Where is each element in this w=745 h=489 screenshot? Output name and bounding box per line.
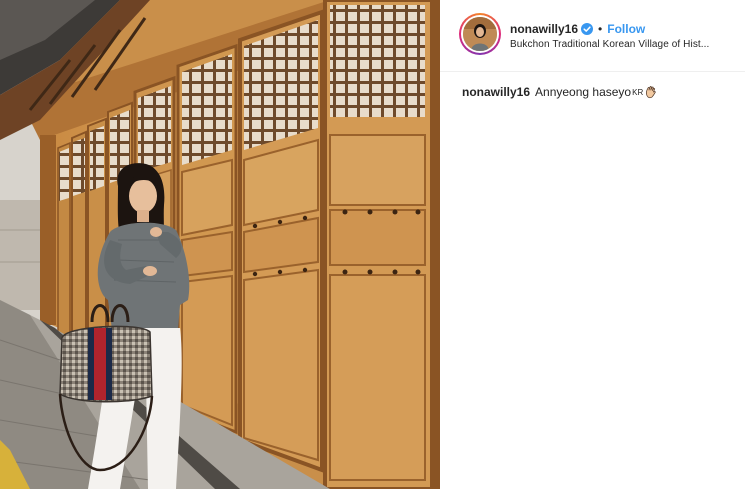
post-photo[interactable] (0, 0, 440, 489)
avatar-image (463, 17, 497, 51)
follow-button[interactable]: Follow (607, 22, 645, 36)
header-username-row: nonawilly16 • Follow (510, 21, 645, 37)
header-username[interactable]: nonawilly16 (510, 22, 578, 36)
waving-hand-icon (646, 85, 657, 99)
post-header: nonawilly16 • Follow Bukchon Traditional… (440, 0, 745, 72)
post-photo-image (0, 0, 440, 489)
caption-username[interactable]: nonawilly16 (462, 85, 530, 99)
header-separator: • (598, 22, 603, 36)
post-caption: nonawilly16 Annyeong haseyo KR (462, 85, 732, 99)
caption-flag-text: KR (632, 87, 644, 97)
verified-badge-icon (581, 23, 594, 35)
location-link[interactable]: Bukchon Traditional Korean Village of Hi… (510, 39, 735, 50)
post-side-panel: nonawilly16 • Follow Bukchon Traditional… (440, 0, 745, 489)
avatar[interactable] (459, 13, 501, 55)
caption-text: Annyeong haseyo (535, 85, 632, 99)
